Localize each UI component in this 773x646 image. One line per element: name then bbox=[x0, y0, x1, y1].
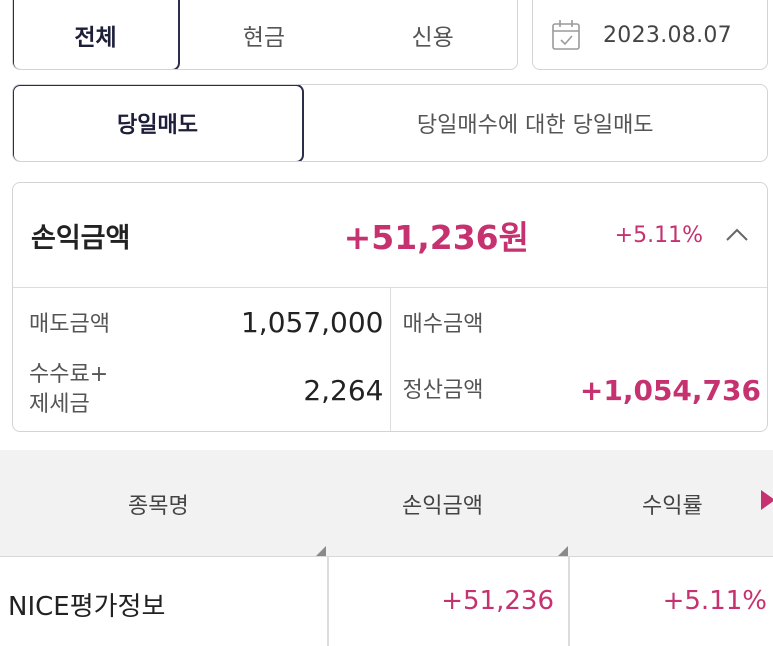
scroll-right-icon[interactable] bbox=[761, 490, 773, 510]
sell-amount-value: 1,057,000 bbox=[240, 306, 384, 339]
row-rate: +5.11% bbox=[662, 586, 767, 616]
sort-corner-icon bbox=[316, 546, 326, 556]
header-profit[interactable]: 손익금액 bbox=[402, 488, 483, 520]
calendar-icon bbox=[552, 20, 580, 50]
tab-same-day-sell[interactable]: 당일매도 bbox=[13, 85, 304, 161]
sell-amount-label: 매도금액 bbox=[29, 312, 110, 337]
settlement-value: +1,054,736 bbox=[579, 374, 761, 407]
chevron-up-icon[interactable] bbox=[725, 227, 749, 243]
sort-corner-icon bbox=[558, 546, 568, 556]
tab-cash[interactable]: 현금 bbox=[180, 0, 349, 69]
trade-type-tabs: 당일매도 당일매수에 대한 당일매도 bbox=[12, 84, 768, 162]
fee-tax-label-line1: 수수료+ bbox=[29, 362, 109, 387]
tab-same-day-sell-of-buy[interactable]: 당일매수에 대한 당일매도 bbox=[304, 85, 768, 161]
profit-title: 손익금액 bbox=[31, 222, 131, 254]
table-row[interactable]: NICE평가정보 +51,236 +5.11% bbox=[0, 556, 773, 646]
fee-tax-label: 수수료+ 제세금 bbox=[29, 360, 108, 420]
fee-tax-label-line2: 제세금 bbox=[29, 392, 90, 417]
table-header: 종목명 손익금액 수익률 bbox=[0, 450, 773, 557]
buy-amount-label: 매수금액 bbox=[402, 312, 484, 337]
fee-tax-value: 2,264 bbox=[303, 374, 384, 407]
tab-all[interactable]: 전체 bbox=[13, 0, 180, 69]
tab-credit[interactable]: 신용 bbox=[348, 0, 517, 69]
column-divider bbox=[327, 556, 329, 646]
profit-summary-header[interactable]: 손익금액 +51,236원 +5.11% bbox=[13, 183, 767, 288]
profit-rate: +5.11% bbox=[614, 222, 703, 248]
account-type-tabs: 전체 현금 신용 bbox=[12, 0, 518, 70]
profit-summary-card: 손익금액 +51,236원 +5.11% 매도금액 1,057,000 수수료+… bbox=[12, 182, 768, 432]
row-profit: +51,236 bbox=[441, 586, 554, 616]
summary-left-column: 매도금액 1,057,000 수수료+ 제세금 2,264 bbox=[13, 288, 391, 431]
header-name[interactable]: 종목명 bbox=[128, 488, 189, 520]
settlement-label: 정산금액 bbox=[402, 378, 484, 403]
row-stock-name[interactable]: NICE평가정보 bbox=[8, 586, 165, 623]
header-rate[interactable]: 수익률 bbox=[642, 488, 703, 520]
date-value: 2023.08.07 bbox=[603, 22, 732, 48]
summary-right-column: 매수금액 정산금액 +1,054,736 bbox=[391, 288, 768, 431]
profit-amount: +51,236원 bbox=[343, 218, 529, 257]
date-picker[interactable]: 2023.08.07 bbox=[532, 0, 768, 70]
column-divider bbox=[568, 556, 570, 646]
